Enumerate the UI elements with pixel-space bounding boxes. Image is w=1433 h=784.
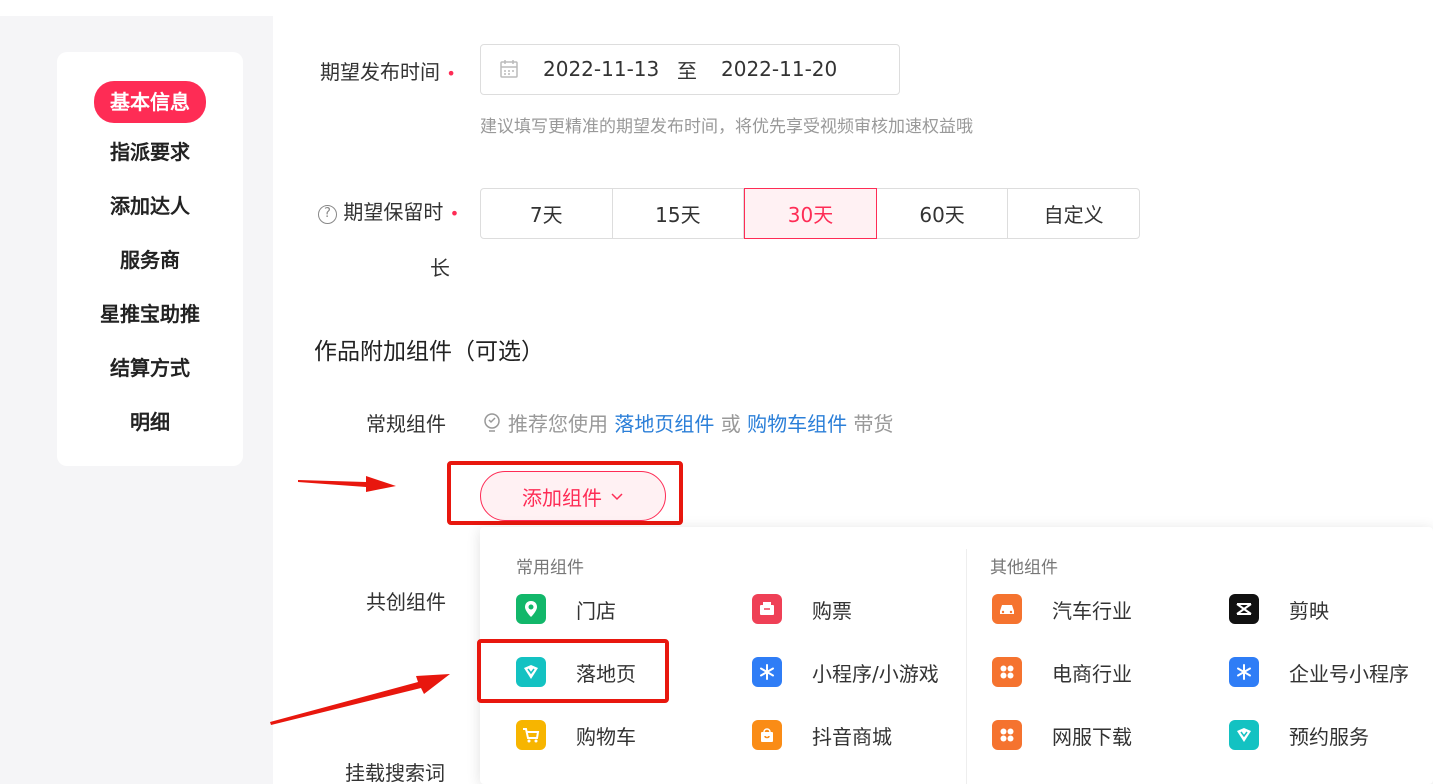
duration-option-60[interactable]: 60天 (877, 189, 1009, 238)
sidebar-item-assign-requirements[interactable]: 指派要求 (57, 136, 243, 168)
annotation-arrow-icon (298, 476, 396, 492)
sidebar-item-boost[interactable]: 星推宝助推 (57, 298, 243, 330)
components-tip: 推荐您使用 落地页组件 或 购物车组件 带货 (482, 408, 893, 437)
menu-item-ticket[interactable]: 购票 (752, 594, 852, 624)
shopping-bag-icon (752, 720, 782, 750)
sidebar-item-service-provider[interactable]: 服务商 (57, 244, 243, 276)
cart-icon (516, 720, 546, 750)
sidebar-item-label: 结算方式 (110, 356, 190, 380)
sidebar-item-label: 星推宝助推 (100, 302, 200, 326)
annotation-arrow-icon (270, 674, 450, 725)
sidebar-item-settlement[interactable]: 结算方式 (57, 352, 243, 384)
sidebar-item-label: 指派要求 (110, 140, 190, 164)
publish-time-hint: 建议填写更精准的期望发布时间，将优先享受视频审核加速权益哦 (480, 117, 973, 137)
sidebar-item-label: 添加达人 (110, 194, 190, 218)
duration-option-15[interactable]: 15天 (613, 189, 745, 238)
sidebar-item-basic-info[interactable]: 基本信息 (57, 81, 243, 123)
mini-program-icon (752, 657, 782, 687)
menu-item-web-service-download[interactable]: 网服下载 (992, 720, 1132, 750)
duration-option-custom[interactable]: 自定义 (1008, 189, 1139, 238)
calendar-icon (500, 60, 518, 78)
menu-item-shopping-cart[interactable]: 购物车 (516, 720, 636, 750)
dropdown-divider (966, 549, 967, 784)
sidebar-item-label: 服务商 (120, 248, 180, 272)
landing-page-icon (1229, 720, 1259, 750)
duration-option-30[interactable]: 30天 (744, 188, 877, 239)
sidebar-item-label: 基本信息 (94, 81, 206, 123)
required-dot: • (449, 204, 460, 223)
sidebar-item-details[interactable]: 明细 (57, 406, 243, 438)
start-date[interactable]: 2022-11-13 (543, 57, 659, 81)
date-separator: 至 (677, 59, 697, 83)
search-words-label: 挂载搜索词 (345, 761, 445, 784)
duration-option-7[interactable]: 7天 (481, 189, 613, 238)
cocreate-components-label: 共创组件 (366, 590, 446, 614)
menu-item-enterprise-mini-program[interactable]: 企业号小程序 (1229, 657, 1409, 687)
menu-item-auto-industry[interactable]: 汽车行业 (992, 594, 1132, 624)
help-icon[interactable]: ? (318, 205, 337, 224)
cart-component-link[interactable]: 购物车组件 (747, 412, 847, 436)
common-components-title: 常用组件 (516, 558, 584, 578)
location-icon (516, 594, 546, 624)
menu-item-capcut[interactable]: 剪映 (1229, 594, 1329, 624)
annotation-box-add-button (447, 461, 683, 525)
publish-time-label: 期望发布时间 • (320, 60, 456, 84)
annotation-box-landing-page (477, 639, 669, 703)
components-section-title: 作品附加组件（可选） (314, 339, 544, 365)
lightbulb-icon (484, 413, 500, 432)
retention-label: ? 期望保留时 • (318, 200, 459, 226)
menu-item-appointment-service[interactable]: 预约服务 (1229, 720, 1369, 750)
sidebar-item-add-creators[interactable]: 添加达人 (57, 190, 243, 222)
mini-program-icon (1229, 657, 1259, 687)
capcut-icon (1229, 594, 1259, 624)
retention-duration-selector: 7天 15天 30天 60天 自定义 (480, 188, 1140, 239)
menu-item-ecommerce-industry[interactable]: 电商行业 (992, 657, 1132, 687)
ticket-icon (752, 594, 782, 624)
sidebar-nav: 基本信息 指派要求 添加达人 服务商 星推宝助推 结算方式 明细 (57, 52, 243, 466)
top-bar (0, 0, 1433, 16)
car-icon (992, 594, 1022, 624)
required-dot: • (446, 64, 456, 83)
date-range-picker[interactable]: 2022-11-13 至 2022-11-20 (480, 44, 900, 95)
other-components-title: 其他组件 (990, 558, 1058, 578)
end-date[interactable]: 2022-11-20 (721, 57, 837, 81)
menu-item-mini-program[interactable]: 小程序/小游戏 (752, 657, 939, 687)
landing-page-link[interactable]: 落地页组件 (614, 412, 714, 436)
retention-label-line2: 长 (430, 256, 450, 280)
grid-icon (992, 657, 1022, 687)
menu-item-douyin-mall[interactable]: 抖音商城 (752, 720, 892, 750)
regular-components-label: 常规组件 (366, 412, 446, 436)
sidebar-item-label: 明细 (130, 410, 170, 434)
grid-icon (992, 720, 1022, 750)
menu-item-store[interactable]: 门店 (516, 594, 616, 624)
